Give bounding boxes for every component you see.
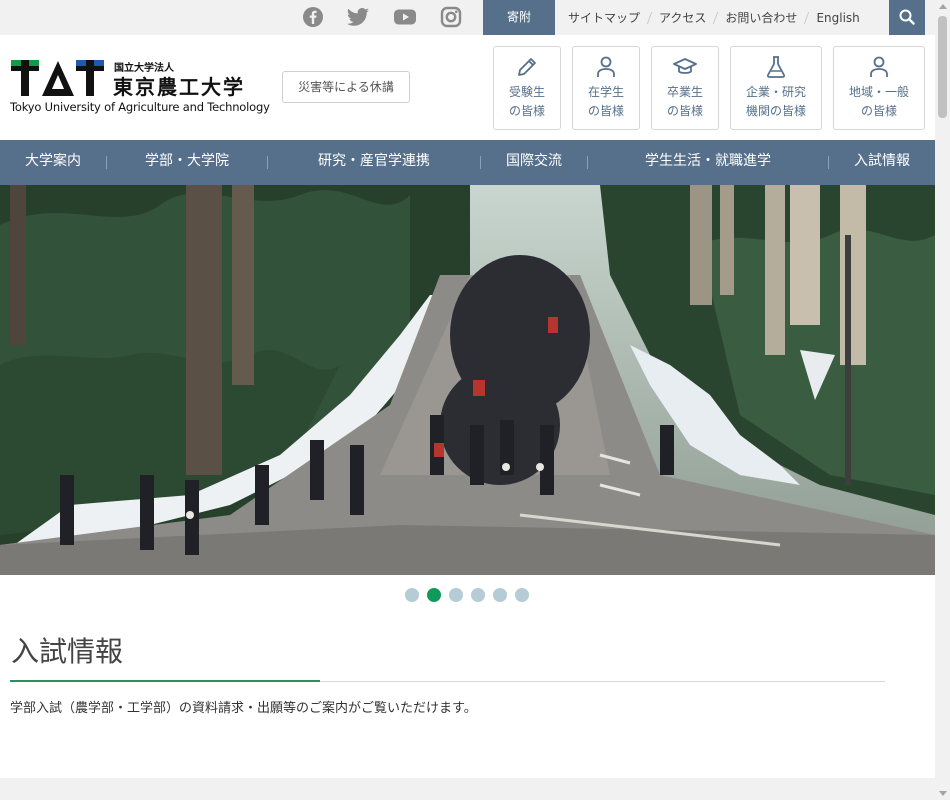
next-section-band	[0, 778, 935, 800]
tat-logo-mark	[11, 60, 104, 96]
youtube-icon[interactable]	[393, 6, 417, 28]
section-title: 入試情報	[11, 635, 124, 668]
top-utility-bar: 寄附 サイトマップ アクセス お問い合わせ English	[0, 0, 935, 35]
nav-admissions[interactable]: 入試情報	[829, 140, 935, 185]
twitter-icon[interactable]	[346, 6, 370, 28]
target-label: 地域・一般	[848, 85, 909, 99]
instagram-icon[interactable]	[440, 6, 462, 28]
target-label: の皆様	[666, 104, 703, 118]
section-divider-accent	[10, 680, 320, 682]
search-button[interactable]	[889, 0, 925, 35]
target-companies[interactable]: 企業・研究 機関の皆様	[730, 46, 822, 130]
target-label: 卒業生	[666, 85, 703, 99]
facebook-icon[interactable]	[302, 6, 324, 28]
scroll-up-arrow-icon[interactable]	[939, 4, 947, 9]
person-icon	[597, 56, 615, 77]
target-current-students[interactable]: 在学生 の皆様	[572, 46, 640, 130]
nav-student-life[interactable]: 学生生活・就職進学	[588, 140, 828, 185]
slider-dot[interactable]	[449, 588, 463, 602]
logo-name: 東京農工大学	[113, 75, 245, 99]
search-icon	[899, 9, 915, 25]
global-navigation: 大学案内 学部・大学院 研究・産官学連携 国際交流 学生生活・就職進学 入試情報	[0, 140, 935, 185]
target-prospective-students[interactable]: 受験生 の皆様	[493, 46, 561, 130]
scroll-thumb[interactable]	[938, 16, 947, 118]
slider-dot[interactable]	[493, 588, 507, 602]
target-label: 受験生	[508, 85, 545, 99]
utility-links: サイトマップ アクセス お問い合わせ English	[559, 0, 869, 35]
logo-english-name: Tokyo University of Agriculture and Tech…	[10, 100, 270, 114]
target-label: 機関の皆様	[745, 104, 806, 118]
target-community[interactable]: 地域・一般 の皆様	[833, 46, 925, 130]
target-label: の皆様	[508, 104, 545, 118]
scroll-down-arrow-icon[interactable]	[939, 791, 947, 796]
nav-research[interactable]: 研究・産官学連携	[268, 140, 480, 185]
english-link[interactable]: English	[807, 11, 868, 25]
nav-faculties[interactable]: 学部・大学院	[107, 140, 267, 185]
nav-international[interactable]: 国際交流	[481, 140, 587, 185]
section-description: 学部入試（農学部・工学部）の資料請求・出願等のご案内がご覧いただけます。	[10, 701, 477, 716]
hero-image	[0, 185, 935, 575]
page: 寄附 サイトマップ アクセス お問い合わせ English 国立大学法人 東京農…	[0, 0, 935, 800]
person-icon	[870, 56, 888, 77]
target-label: の皆様	[587, 104, 624, 118]
donation-button[interactable]: 寄附	[483, 0, 555, 35]
university-logo[interactable]: 国立大学法人 東京農工大学 Tokyo University of Agricu…	[10, 57, 270, 119]
sitemap-link[interactable]: サイトマップ	[559, 9, 649, 26]
pencil-icon	[518, 58, 536, 76]
page-scrollbar[interactable]	[935, 0, 950, 800]
graduation-cap-icon	[673, 58, 697, 74]
access-link[interactable]: アクセス	[650, 9, 715, 26]
target-alumni[interactable]: 卒業生 の皆様	[651, 46, 719, 130]
nav-about[interactable]: 大学案内	[0, 140, 106, 185]
target-label: の皆様	[860, 104, 897, 118]
disaster-cancellation-button[interactable]: 災害等による休講	[282, 71, 410, 103]
slider-dot[interactable]	[405, 588, 419, 602]
slider-dot-active[interactable]	[427, 588, 441, 602]
hero-slideshow[interactable]	[0, 185, 935, 575]
contact-link[interactable]: お問い合わせ	[716, 9, 806, 26]
flask-icon	[766, 56, 786, 78]
target-label: 在学生	[587, 85, 624, 99]
target-label: 企業・研究	[745, 85, 806, 99]
slider-dot[interactable]	[471, 588, 485, 602]
slider-dot[interactable]	[515, 588, 529, 602]
